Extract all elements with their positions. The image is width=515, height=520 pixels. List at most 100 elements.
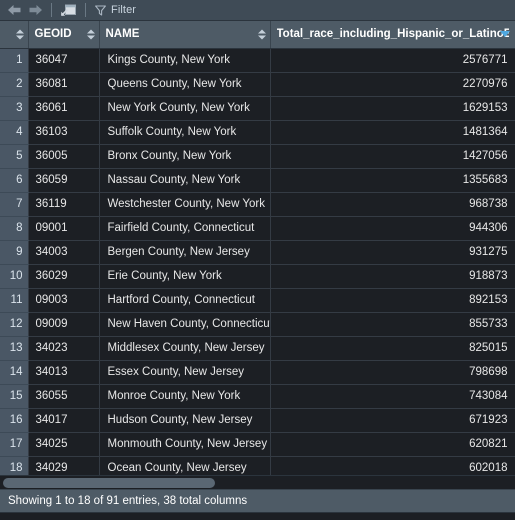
geoid-cell: 36103 [28, 120, 100, 145]
table-row[interactable]: 11 09003 Hartford County, Connecticut 89215… [0, 288, 515, 313]
row-number-cell: 17 [0, 432, 29, 457]
table-row[interactable]: 9 34003 Bergen County, New Jersey 931275 [0, 240, 515, 265]
geoid-cell: 36029 [28, 264, 100, 289]
total-race-cell: 892153 [270, 288, 515, 313]
arrow-left-icon [8, 5, 21, 15]
name-cell: Suffolk County, New York [99, 120, 271, 145]
back-button[interactable] [4, 1, 25, 20]
total-race-cell: 2576771 [270, 48, 515, 73]
sort-handle-name[interactable] [258, 28, 267, 41]
row-number-cell: 6 [0, 168, 29, 193]
total-race-cell: 743084 [270, 384, 515, 409]
toolbar-divider-1 [51, 3, 52, 17]
total-race-cell: 931275 [270, 240, 515, 265]
name-cell: Monmouth County, New Jersey [99, 432, 271, 457]
column-header-total-race-label: Total_race_including_Hispanic_or_LatinoE [276, 28, 509, 41]
sort-asc-icon [258, 29, 266, 34]
total-race-cell: 602018 [270, 456, 515, 475]
sort-asc-icon [16, 29, 24, 34]
sort-asc-icon [87, 29, 95, 34]
name-cell: Hartford County, Connecticut [99, 288, 271, 313]
header-row: GEOID NAME Total_race_including_Hispanic… [0, 21, 515, 49]
row-number-cell: 13 [0, 336, 29, 361]
table-scroll-region[interactable]: GEOID NAME Total_race_including_Hispanic… [0, 21, 515, 475]
column-header-name[interactable]: NAME [99, 21, 271, 49]
name-cell: Kings County, New York [99, 48, 271, 73]
sort-desc-icon [87, 35, 95, 40]
sort-desc-icon [258, 35, 266, 40]
status-bar: Showing 1 to 18 of 91 entries, 38 total … [0, 489, 515, 513]
total-race-cell: 944306 [270, 216, 515, 241]
row-number-cell: 10 [0, 264, 29, 289]
row-number-cell: 14 [0, 360, 29, 385]
geoid-cell: 36061 [28, 96, 100, 121]
row-number-cell: 4 [0, 120, 29, 145]
name-cell: Ocean County, New Jersey [99, 456, 271, 475]
table-row[interactable]: 4 36103 Suffolk County, New York 1481364 [0, 120, 515, 145]
arrow-right-icon [29, 5, 42, 15]
total-race-cell: 825015 [270, 336, 515, 361]
sort-handle-rownum[interactable] [16, 28, 25, 41]
geoid-cell: 36005 [28, 144, 100, 169]
data-viewer-window: Filter GEOID NAME Total_race_including_H… [0, 0, 515, 520]
row-number-cell: 2 [0, 72, 29, 97]
column-header-rownum[interactable] [0, 21, 29, 49]
table-row[interactable]: 14 34013 Essex County, New Jersey 798698 [0, 360, 515, 385]
total-race-cell: 620821 [270, 432, 515, 457]
table-row[interactable]: 2 36081 Queens County, New York 2270976 [0, 72, 515, 97]
name-cell: New York County, New York [99, 96, 271, 121]
table-row[interactable]: 15 36055 Monroe County, New York 743084 [0, 384, 515, 409]
column-header-geoid-label: GEOID [34, 28, 72, 41]
funnel-icon [95, 4, 106, 16]
data-table: GEOID NAME Total_race_including_Hispanic… [0, 21, 515, 475]
row-number-cell: 3 [0, 96, 29, 121]
table-row[interactable]: 12 09009 New Haven County, Connecticut 8557… [0, 312, 515, 337]
row-number-cell: 9 [0, 240, 29, 265]
filter-button[interactable]: Filter [91, 1, 140, 20]
table-row[interactable]: 8 09001 Fairfield County, Connecticut 94430… [0, 216, 515, 241]
horizontal-scrollbar-track[interactable] [0, 475, 515, 489]
geoid-cell: 34017 [28, 408, 100, 433]
column-header-total-race[interactable]: Total_race_including_Hispanic_or_LatinoE [270, 21, 515, 49]
geoid-cell: 36081 [28, 72, 100, 97]
row-number-cell: 5 [0, 144, 29, 169]
table-row[interactable]: 1 36047 Kings County, New York 2576771 [0, 48, 515, 73]
column-header-name-label: NAME [105, 28, 140, 41]
name-cell: Erie County, New York [99, 264, 271, 289]
table-row[interactable]: 3 36061 New York County, New York 1629153 [0, 96, 515, 121]
geoid-cell: 09009 [28, 312, 100, 337]
sort-descending-active-icon[interactable] [499, 31, 510, 38]
total-race-cell: 1481364 [270, 120, 515, 145]
sort-desc-icon [16, 35, 24, 40]
table-row[interactable]: 17 34025 Monmouth County, New Jersey 620821 [0, 432, 515, 457]
sort-handle-geoid[interactable] [87, 28, 96, 41]
geoid-cell: 09003 [28, 288, 100, 313]
geoid-cell: 34013 [28, 360, 100, 385]
row-number-cell: 7 [0, 192, 29, 217]
popout-button[interactable] [57, 1, 80, 20]
table-row[interactable]: 6 36059 Nassau County, New York 1355683 [0, 168, 515, 193]
table-row[interactable]: 5 36005 Bronx County, New York 1427056 [0, 144, 515, 169]
open-in-new-window-icon [60, 4, 76, 16]
filter-label: Filter [111, 4, 137, 16]
name-cell: Bergen County, New Jersey [99, 240, 271, 265]
name-cell: Middlesex County, New Jersey [99, 336, 271, 361]
row-number-cell: 16 [0, 408, 29, 433]
total-race-cell: 2270976 [270, 72, 515, 97]
geoid-cell: 36047 [28, 48, 100, 73]
total-race-cell: 1355683 [270, 168, 515, 193]
status-text: Showing 1 to 18 of 91 entries, 38 total … [8, 495, 248, 507]
name-cell: Bronx County, New York [99, 144, 271, 169]
table-row[interactable]: 13 34023 Middlesex County, New Jersey 82501… [0, 336, 515, 361]
table-row[interactable]: 16 34017 Hudson County, New Jersey 671923 [0, 408, 515, 433]
forward-button[interactable] [25, 1, 46, 20]
name-cell: Monroe County, New York [99, 384, 271, 409]
row-number-cell: 1 [0, 48, 29, 73]
window-bottom-edge [0, 513, 515, 520]
column-header-geoid[interactable]: GEOID [28, 21, 100, 49]
name-cell: New Haven County, Connecticut [99, 312, 271, 337]
table-row[interactable]: 10 36029 Erie County, New York 918873 [0, 264, 515, 289]
table-row[interactable]: 7 36119 Westchester County, New York 968738 [0, 192, 515, 217]
table-row[interactable]: 18 34029 Ocean County, New Jersey 602018 [0, 456, 515, 475]
horizontal-scrollbar-thumb[interactable] [3, 478, 215, 488]
